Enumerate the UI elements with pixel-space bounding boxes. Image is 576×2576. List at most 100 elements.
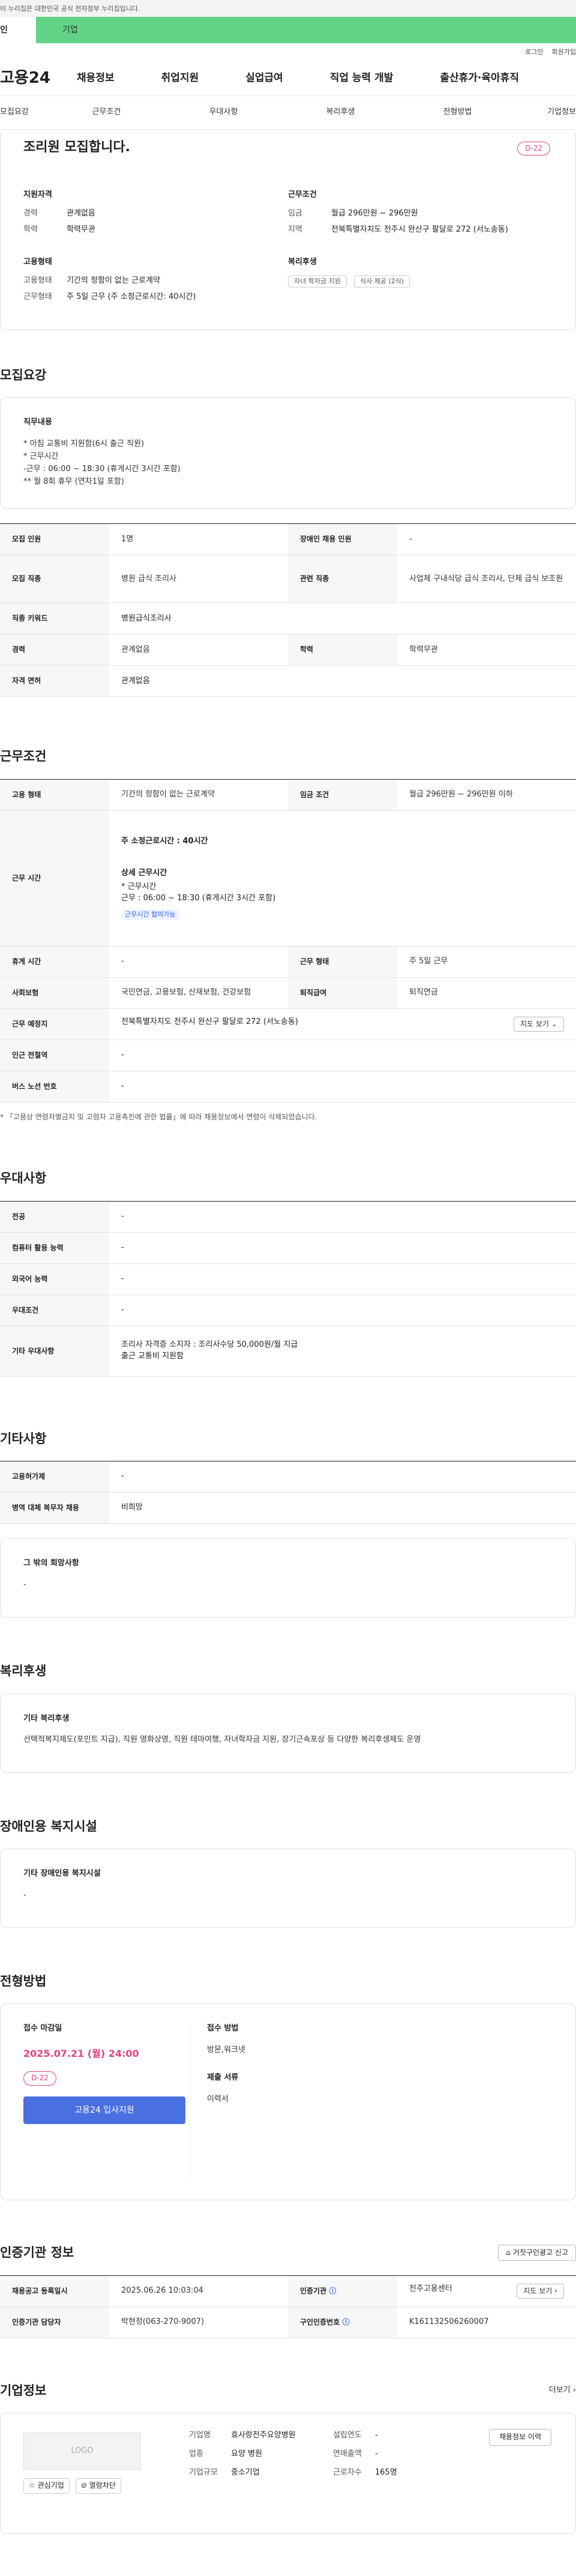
other-heading: 기타사항: [0, 1431, 47, 1446]
cell-label: 장애인 채용 인원: [288, 523, 397, 556]
tab-apply[interactable]: 전형방법: [399, 107, 516, 118]
tab-company[interactable]: 기업정보: [516, 107, 576, 118]
more-label: 더보기: [548, 2385, 571, 2395]
info-icon[interactable]: ⓘ: [329, 2287, 336, 2295]
cell-label: 기타 우대사항: [0, 1326, 109, 1377]
sales-label: 연매출액: [333, 2449, 362, 2459]
chevron-right-icon: ›: [572, 2385, 576, 2395]
cell-label: 전공: [0, 1201, 109, 1233]
gov-banner-left[interactable]: 인: [0, 17, 36, 43]
cell-label: 근무 예정지: [0, 1008, 109, 1040]
cell-value: K161132506260007: [397, 2307, 576, 2338]
info-icon[interactable]: ⓘ: [342, 2318, 349, 2326]
work-type-label: 근무형태: [23, 292, 52, 302]
hours-negotiable-badge: 근무시간 협의가능: [121, 909, 179, 920]
chevron-down-icon: ⌄: [551, 1019, 557, 1028]
apply-box: 접수 마감일 2025.07.21 (월) 24:00 D-22 고용24 입사…: [0, 2003, 576, 2201]
cell-label: 병역 대체 복무자 채용: [0, 1492, 109, 1524]
gov-banner-tab[interactable]: 기업: [36, 17, 576, 43]
apply-button[interactable]: 고용24 입사지원: [23, 2096, 185, 2124]
star-icon: ☆: [29, 2481, 35, 2490]
docs-value: 이력서: [207, 2094, 229, 2104]
util-links: 로그인 회원가입: [0, 43, 576, 61]
tab-preference[interactable]: 우대사항: [165, 107, 282, 118]
welfare-chip: 식사 제공 (2식): [353, 275, 410, 288]
table-row: 인근 전철역 -: [0, 1040, 576, 1071]
cell-label: 휴게 시간: [0, 946, 109, 978]
hiring-history-button[interactable]: 채용정보 이력: [488, 2429, 551, 2446]
table-row: 근무 시간 주 소정근로시간 : 40시간 상세 근무시간 * 근무시간 근무 …: [0, 810, 576, 946]
other-table: 고용허가제 - 병역 대체 복무자 채용 비희망: [0, 1461, 576, 1524]
table-row: 고용 형태 기간의 정함이 없는 근로계약 임금 조건 월급 296만원 ~ 2…: [0, 779, 576, 811]
cell-value: 병원 급식 조리사: [109, 555, 288, 604]
fav-label: 관심기업: [37, 2481, 64, 2490]
cell-label: 인근 전철역: [0, 1040, 109, 1071]
site-logo[interactable]: 고용24: [0, 67, 77, 90]
block-label: 열람차단: [89, 2481, 116, 2490]
welfare-heading: 복리후생: [288, 257, 317, 267]
gov-banner: 인 기업: [0, 17, 576, 43]
table-row: 전공 -: [0, 1201, 576, 1233]
block-view-button[interactable]: ⊘ 열람차단: [75, 2478, 121, 2494]
industry-label: 업종: [189, 2449, 203, 2459]
career-label: 경력: [23, 208, 38, 218]
cell-value: -: [109, 1461, 576, 1493]
size-value: 중소기업: [231, 2468, 260, 2478]
place-value: 전북특별자치도 전주시 완산구 팔달로 272 (서노송동): [121, 1017, 298, 1026]
preference-table: 전공 - 컴퓨터 활용 능력 - 외국어 능력 - 우대조건 - 기타 우대사항 조리사 …: [0, 1200, 576, 1377]
duty-box: 직무내용 * 아침 교통비 지원함(6시 출근 직원) * 근무시간 -근무 :…: [0, 397, 576, 510]
table-row: 외국어 능력 -: [0, 1263, 576, 1295]
gov-notice-text: 이 누리집은 대한민국 공식 전자정부 누리집입니다.: [0, 5, 140, 13]
nav-employment-support[interactable]: 취업지원: [161, 71, 199, 86]
table-row: 컴퓨터 활용 능력 -: [0, 1232, 576, 1264]
method-value: 방문,워크넷: [207, 2045, 245, 2055]
deadline-value: 2025.07.21 (월) 24:00: [23, 2048, 139, 2060]
table-row: 모집 인원 1명 장애인 채용 인원 -: [0, 523, 576, 556]
preference-heading: 우대사항: [0, 1171, 47, 1186]
summary-card: 조리원 모집합니다. D-22 지원자격 경력 관계없음 학력 학력무관 근무조건 …: [0, 133, 576, 330]
region-label: 지역: [288, 224, 302, 234]
cell-label: 우대조건: [0, 1295, 109, 1326]
company-name[interactable]: 효사랑전주요양병원: [231, 2430, 321, 2442]
signup-link[interactable]: 회원가입: [552, 47, 576, 57]
report-fake-ad-button[interactable]: ⌂ 거짓구인광고 신고: [498, 2244, 576, 2262]
map-button[interactable]: 지도 보기 ⌄: [514, 1016, 564, 1032]
recruit-heading: 모집요강: [0, 368, 47, 382]
table-row: 근무 예정지 전북특별자치도 전주시 완산구 팔달로 272 (서노송동) 지도…: [0, 1008, 576, 1040]
nav-jobs[interactable]: 채용정보: [77, 71, 115, 86]
cell-value: -: [109, 1071, 576, 1103]
size-label: 기업규모: [189, 2468, 218, 2478]
table-row: 사회보험 국민연금, 고용보험, 산재보험, 건강보험 퇴직급여 퇴직연금: [0, 977, 576, 1009]
cell-value: 관계없음: [109, 634, 288, 666]
cell-value: -: [109, 946, 288, 978]
disability-box: 기타 장애인용 복지시설 -: [0, 1849, 576, 1928]
cell-value: 병원급식조리사: [109, 603, 576, 635]
company-more-link[interactable]: 더보기 ›: [549, 2385, 576, 2397]
dday-badge: D-22: [517, 142, 550, 156]
chevron-right-icon: ›: [554, 2286, 557, 2295]
cell-value: -: [397, 523, 576, 556]
tab-welfare[interactable]: 복리후생: [282, 107, 399, 118]
cell-value: 비희망: [109, 1492, 576, 1524]
tab-conditions[interactable]: 근무조건: [48, 107, 165, 118]
hours-detail: * 근무시간 근무 : 06:00 ~ 18:30 (휴게시간 3시간 포함): [121, 882, 276, 903]
emp-type-value: 기간의 정함이 없는 근로계약: [67, 276, 160, 286]
favorite-company-button[interactable]: ☆ 관심기업: [23, 2478, 70, 2494]
dday-badge: D-22: [23, 2071, 56, 2086]
extra-heading: 그 밖의 희망사항: [23, 1559, 79, 1568]
tab-recruit[interactable]: 모집요강: [0, 107, 48, 118]
agency-value: 전주고용센터: [409, 2284, 452, 2293]
docs-label: 제출 서류: [207, 2073, 239, 2083]
cell-label: 인증기관 ⓘ: [288, 2275, 397, 2307]
nav-training[interactable]: 직업 능력 개발: [330, 71, 394, 86]
agency-table: 채용공고 등록일시 2025.06.26 10:03:04 인증기관 ⓘ 전주고…: [0, 2275, 576, 2338]
login-link[interactable]: 로그인: [525, 47, 543, 57]
nav-parental-leave[interactable]: 출산휴가·육아휴직: [440, 71, 519, 86]
cell-label: 자격 면허: [0, 665, 109, 697]
nav-unemployment[interactable]: 실업급여: [245, 71, 283, 86]
agency-map-button[interactable]: 지도 보기 ›: [517, 2283, 564, 2299]
agency-label: 인증기관: [300, 2286, 327, 2295]
disability-box-heading: 기타 장애인용 복지시설: [23, 1869, 101, 1879]
cell-label: 외국어 능력: [0, 1263, 109, 1295]
welfare-box-heading: 기타 복리후생: [23, 1714, 70, 1723]
